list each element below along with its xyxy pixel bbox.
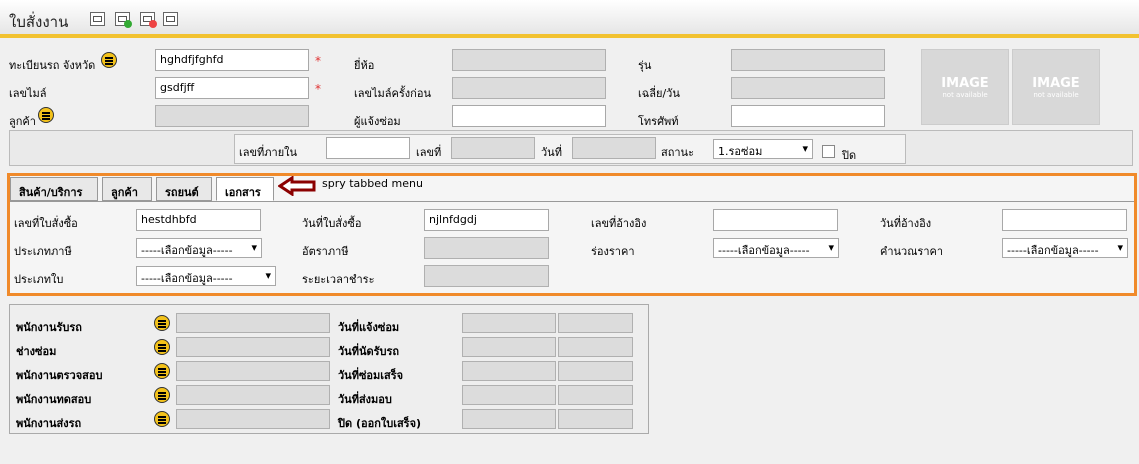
payment-term-label: ระยะเวลาชำระ [302, 273, 375, 286]
mileage-label: เลขไมล์ [9, 87, 47, 100]
status-select[interactable]: 1.รอซ่อม [713, 139, 813, 159]
tax-type-select[interactable]: -----เลือกข้อมูล----- [136, 238, 262, 258]
time-field [558, 313, 633, 333]
customer-field [155, 105, 309, 127]
staff-field [176, 409, 330, 429]
required-mark: * [315, 54, 321, 68]
add-icon[interactable] [115, 12, 132, 28]
avg-label: เฉลี่ย/วัน [638, 87, 680, 100]
car-image-2: IMAGE not available [1012, 49, 1100, 125]
ref-no-input[interactable] [713, 209, 838, 231]
time-field [558, 361, 633, 381]
tab-car[interactable]: รถยนต์ [156, 177, 212, 201]
mileage-input[interactable]: gsdfjff [155, 77, 309, 99]
phone-label: โทรศัพท์ [638, 115, 679, 128]
staff-label: ช่างซ่อม [16, 345, 57, 358]
required-mark: * [315, 82, 321, 96]
staff-field [176, 337, 330, 357]
delete-icon[interactable] [140, 12, 157, 28]
tax-type-label: ประเภทภาษี [14, 245, 72, 258]
number-label: เลขที่ [416, 146, 442, 159]
time-field [558, 385, 633, 405]
staff-field [176, 361, 330, 381]
time-field [558, 409, 633, 429]
tab-customer[interactable]: ลูกค้า [102, 177, 152, 201]
staff-lookup-icon[interactable] [154, 411, 170, 427]
time-field [558, 337, 633, 357]
tax-rate-label: อัตราภาษี [302, 245, 349, 258]
model-field [731, 49, 885, 71]
date-label: วันที่ส่งมอบ [338, 393, 392, 406]
tab-products-services[interactable]: สินค้า/บริการ [10, 177, 98, 201]
car-image-1: IMAGE not available [921, 49, 1009, 125]
ref-date-input[interactable] [1002, 209, 1127, 231]
date-label: วันที่นัดรับรถ [338, 345, 400, 358]
close-label: ปิด [842, 149, 857, 162]
phone-input[interactable] [731, 105, 885, 127]
staff-lookup-icon[interactable] [154, 387, 170, 403]
date-label: ปิด (ออกใบเสร็จ) [338, 417, 422, 430]
prev-mileage-label: เลขไมล์ครั้งก่อน [354, 87, 431, 100]
price-range-label: ร่องราคา [591, 245, 635, 258]
internal-no-input[interactable] [326, 137, 410, 159]
internal-no-label: เลขที่ภายใน [239, 146, 298, 159]
customer-lookup-icon[interactable] [38, 107, 54, 123]
po-date-label: วันที่ใบสั่งซื้อ [302, 217, 362, 230]
arrow-left-icon [278, 176, 316, 196]
date-field [572, 137, 656, 159]
price-calc-label: คำนวณราคา [880, 245, 944, 258]
prev-mileage-field [452, 77, 606, 99]
plate-input[interactable]: hghdfjfghfd [155, 49, 309, 71]
payment-term-field [424, 265, 549, 287]
staff-lookup-icon[interactable] [154, 339, 170, 355]
price-range-select[interactable]: -----เลือกข้อมูล----- [713, 238, 839, 258]
po-no-label: เลขที่ใบสั่งซื้อ [14, 217, 78, 230]
staff-field [176, 385, 330, 405]
po-no-input[interactable]: hestdhbfd [136, 209, 261, 231]
reporter-label: ผู้แจ้งซ่อม [354, 115, 401, 128]
date-field [462, 385, 556, 405]
staff-field [176, 313, 330, 333]
date-label: วันที่ซ่อมเสร็จ [338, 369, 404, 382]
view-icon[interactable] [90, 12, 105, 26]
status-label: สถานะ [661, 146, 694, 159]
staff-label: พนักงานทดสอบ [16, 393, 92, 406]
doc-type-label: ประเภทใบ [14, 273, 64, 286]
date-field [462, 361, 556, 381]
price-calc-select[interactable]: -----เลือกข้อมูล----- [1002, 238, 1128, 258]
ref-date-label: วันที่อ้างอิง [880, 217, 932, 230]
staff-label: พนักงานรับรถ [16, 321, 82, 334]
print-icon[interactable] [163, 12, 178, 26]
model-label: รุ่น [638, 59, 652, 72]
page-title: ใบสั่งงาน [9, 13, 69, 31]
staff-label: พนักงานตรวจสอบ [16, 369, 103, 382]
date-field [462, 313, 556, 333]
plate-lookup-icon[interactable] [101, 52, 117, 68]
brand-field [452, 49, 606, 71]
ref-no-label: เลขที่อ้างอิง [591, 217, 647, 230]
reporter-input[interactable] [452, 105, 606, 127]
customer-label: ลูกค้า [9, 115, 36, 128]
tab-documents[interactable]: เอกสาร [216, 177, 274, 201]
tax-rate-field [424, 237, 549, 259]
number-field [451, 137, 535, 159]
close-checkbox[interactable] [822, 145, 835, 158]
po-date-input[interactable]: njlnfdgdj [424, 209, 549, 231]
annotation-text: spry tabbed menu [322, 177, 423, 190]
date-field [462, 409, 556, 429]
date-label: วันที่ [541, 146, 562, 159]
doc-type-select[interactable]: -----เลือกข้อมูล----- [136, 266, 276, 286]
staff-label: พนักงานส่งรถ [16, 417, 82, 430]
staff-lookup-icon[interactable] [154, 363, 170, 379]
plate-label: ทะเบียนรถ จังหวัด [9, 59, 96, 72]
date-field [462, 337, 556, 357]
avg-field [731, 77, 885, 99]
staff-lookup-icon[interactable] [154, 315, 170, 331]
date-label: วันที่แจ้งซ่อม [338, 321, 400, 334]
tab-divider [10, 201, 1134, 202]
brand-label: ยี่ห้อ [354, 59, 375, 72]
